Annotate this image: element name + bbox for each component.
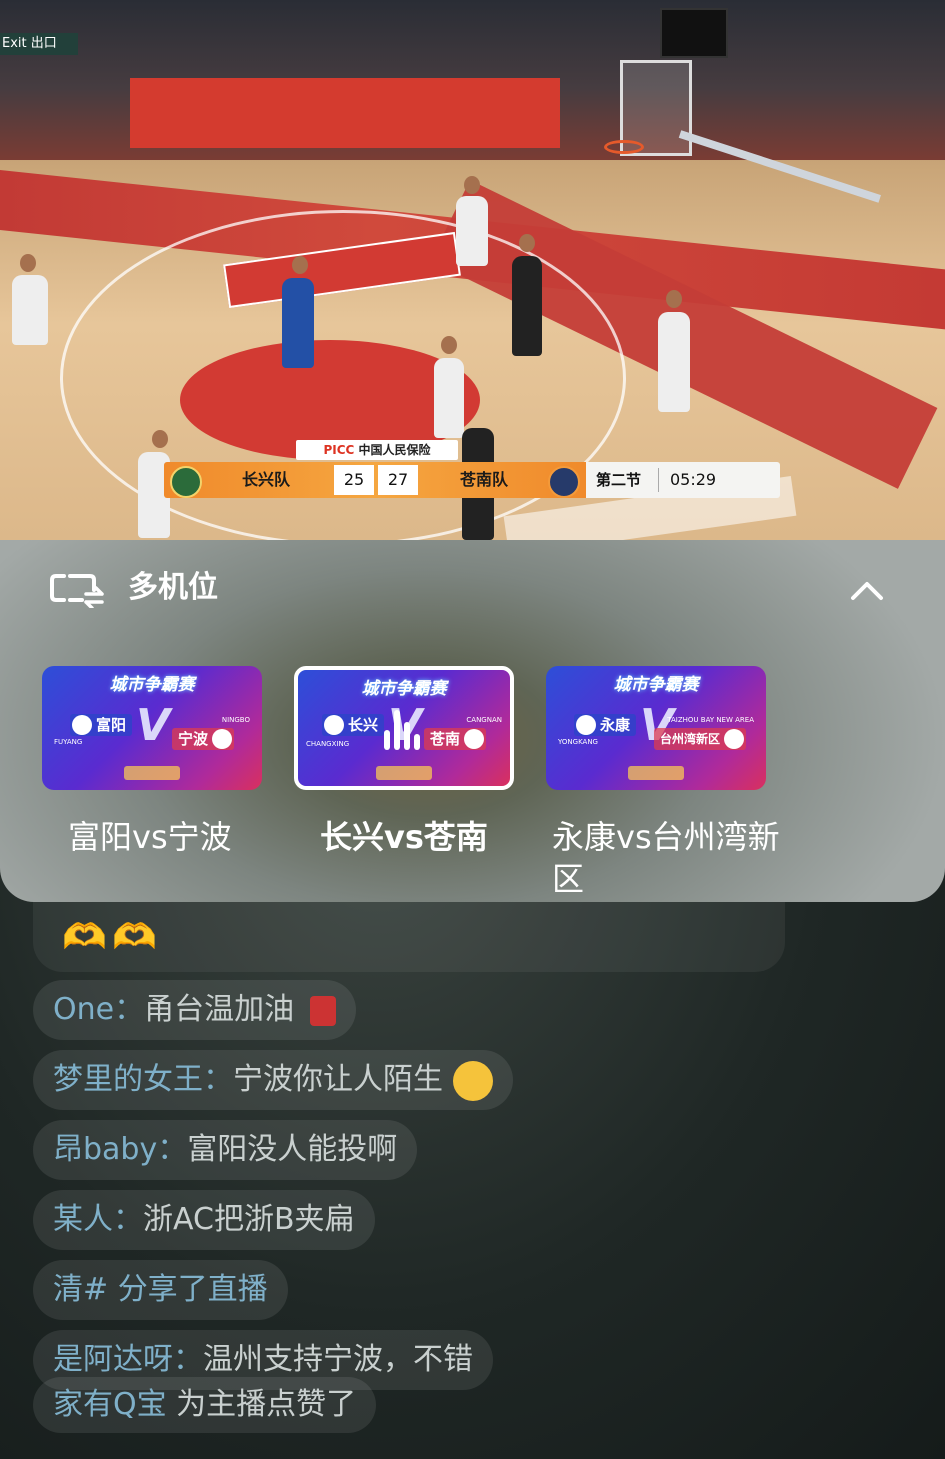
left-team-en: FUYANG bbox=[54, 738, 83, 746]
scoreboard-teams: 长兴队 25 27 苍南队 bbox=[164, 462, 586, 498]
chat-text: 为主播点赞了 bbox=[176, 1387, 357, 1422]
event-logo bbox=[124, 766, 180, 780]
camera-label[interactable]: 永康vs台州湾新区 bbox=[552, 816, 782, 900]
sponsor-name: 中国人民保险 bbox=[358, 443, 431, 457]
player bbox=[12, 275, 48, 345]
team-badge-icon bbox=[72, 715, 92, 735]
left-team: 长兴 bbox=[348, 716, 379, 734]
fuel-pump-emoji-icon bbox=[309, 995, 336, 1026]
right-team-en: NINGBO bbox=[221, 716, 250, 724]
home-score: 25 bbox=[334, 465, 374, 495]
game-status: 第二节 05:29 bbox=[586, 462, 780, 498]
player bbox=[434, 358, 464, 438]
camera-label[interactable]: 富阳vs宁波 bbox=[68, 816, 298, 858]
chat-message: 梦里的女王：宁波你让人陌生 bbox=[33, 1050, 513, 1110]
home-team-logo bbox=[170, 466, 202, 498]
away-team-name: 苍南队 bbox=[460, 470, 509, 489]
chat-text: 宁波你让人陌生 bbox=[233, 1062, 443, 1097]
camera-switch-icon bbox=[50, 574, 104, 608]
heart-hands-emoji-icon: 🫶 bbox=[112, 917, 157, 958]
card-banner: 城市争霸赛 bbox=[109, 675, 195, 695]
panel-title: 多机位 bbox=[128, 570, 218, 605]
shot-clock bbox=[660, 8, 728, 58]
referee bbox=[512, 256, 542, 356]
multi-camera-panel: 多机位 城市争霸赛 V 富阳 宁波 FUYANG NINGBO 富阳vs宁波 城… bbox=[0, 540, 945, 902]
sponsor-banner: PICC 中国人民保险 bbox=[296, 440, 458, 460]
event-logo bbox=[376, 766, 432, 780]
right-team: 苍南 bbox=[429, 730, 460, 748]
divider bbox=[658, 468, 659, 492]
scoreboard: 长兴队 25 27 苍南队 第二节 05:29 bbox=[164, 462, 780, 498]
chat-text: 分享了直播 bbox=[117, 1272, 268, 1307]
team-badge-icon bbox=[464, 729, 484, 749]
sponsor-prefix: PICC bbox=[323, 443, 355, 457]
chat-username[interactable]: 梦里的女王： bbox=[53, 1062, 233, 1097]
camera-card-changxing-cangnan[interactable]: 城市争霸赛 V 长兴 苍南 CHANGXING CANGNAN bbox=[294, 666, 514, 790]
player bbox=[658, 312, 690, 412]
chat-text: 甬台温加油 bbox=[144, 992, 295, 1027]
left-team-tag: 永康 bbox=[574, 714, 637, 736]
left-team-en: CHANGXING bbox=[306, 740, 350, 748]
chat-message: 清# 分享了直播 bbox=[33, 1260, 288, 1320]
player bbox=[456, 196, 488, 266]
chat-message: 家有Q宝 为主播点赞了 bbox=[33, 1377, 377, 1433]
right-team: 宁波 bbox=[177, 730, 208, 748]
team-badge-icon bbox=[212, 729, 232, 749]
away-score: 27 bbox=[378, 465, 418, 495]
vs-graphic: V bbox=[136, 700, 171, 751]
event-logo bbox=[628, 766, 684, 780]
rim bbox=[604, 140, 644, 154]
player-head bbox=[666, 290, 682, 308]
game-clock: 05:29 bbox=[670, 470, 717, 489]
team-badge-icon bbox=[576, 715, 596, 735]
chat-username[interactable]: One： bbox=[53, 992, 144, 1027]
card-banner: 城市争霸赛 bbox=[613, 675, 699, 695]
player-head bbox=[20, 254, 36, 272]
home-team-name: 长兴队 bbox=[242, 470, 291, 489]
period: 第二节 bbox=[596, 471, 642, 489]
left-team-tag: 长兴 bbox=[322, 714, 385, 736]
right-team-tag: 宁波 bbox=[171, 728, 234, 750]
chat-message: 昂baby：富阳没人能投啊 bbox=[33, 1120, 418, 1180]
now-playing-icon bbox=[384, 706, 424, 750]
player-head bbox=[464, 176, 480, 194]
right-team-tag: 苍南 bbox=[423, 728, 486, 750]
team-badge-icon bbox=[724, 729, 744, 749]
camera-card-yongkang-taizhouwan[interactable]: 城市争霸赛 V 永康 台州湾新区 YONGKANG TAIZHOU BAY NE… bbox=[546, 666, 766, 790]
left-team: 富阳 bbox=[96, 716, 127, 734]
chat-text: 富阳没人能投啊 bbox=[187, 1132, 398, 1167]
exit-sign: Exit 出口 bbox=[0, 33, 78, 55]
player bbox=[282, 278, 314, 368]
right-team-en: CANGNAN bbox=[466, 716, 502, 724]
chat-message: 某人：浙AC把浙B夹扁 bbox=[33, 1190, 375, 1250]
chat-text: 浙AC把浙B夹扁 bbox=[143, 1202, 355, 1237]
away-team-logo bbox=[548, 466, 580, 498]
team-badge-icon bbox=[324, 715, 344, 735]
camera-card-fuyang-ningbo[interactable]: 城市争霸赛 V 富阳 宁波 FUYANG NINGBO bbox=[42, 666, 262, 790]
left-team: 永康 bbox=[600, 716, 631, 734]
ad-board bbox=[130, 78, 560, 148]
chat-text: 温州支持宁波，不错 bbox=[203, 1342, 473, 1377]
player-head bbox=[441, 336, 457, 354]
chat-username[interactable]: 昂baby： bbox=[53, 1132, 187, 1167]
right-team-tag: 台州湾新区 bbox=[653, 728, 746, 750]
camera-label[interactable]: 长兴vs苍南 bbox=[320, 816, 550, 858]
chat-username[interactable]: 是阿达呀： bbox=[53, 1342, 203, 1377]
player-head bbox=[152, 430, 168, 448]
laughing-crying-emoji-icon bbox=[452, 1060, 493, 1101]
right-team-en: TAIZHOU BAY NEW AREA bbox=[667, 716, 754, 724]
card-banner: 城市争霸赛 bbox=[361, 679, 447, 699]
player-head bbox=[292, 256, 308, 274]
chevron-up-icon[interactable] bbox=[845, 568, 889, 612]
heart-hands-emoji-icon: 🫶 bbox=[62, 917, 107, 958]
player-head bbox=[519, 234, 535, 252]
chat-username[interactable]: 清# bbox=[53, 1272, 108, 1307]
chat-username[interactable]: 家有Q宝 bbox=[53, 1387, 167, 1422]
left-team-tag: 富阳 bbox=[70, 714, 133, 736]
right-team: 台州湾新区 bbox=[659, 732, 720, 746]
left-team-en: YONGKANG bbox=[558, 738, 598, 746]
chat-username[interactable]: 某人： bbox=[53, 1202, 143, 1237]
chat-message: One：甬台温加油 bbox=[33, 980, 356, 1040]
live-video-player[interactable]: Exit 出口 PICC 中国人民保险 长兴队 25 27 苍南队 第二节 05 bbox=[0, 0, 945, 540]
